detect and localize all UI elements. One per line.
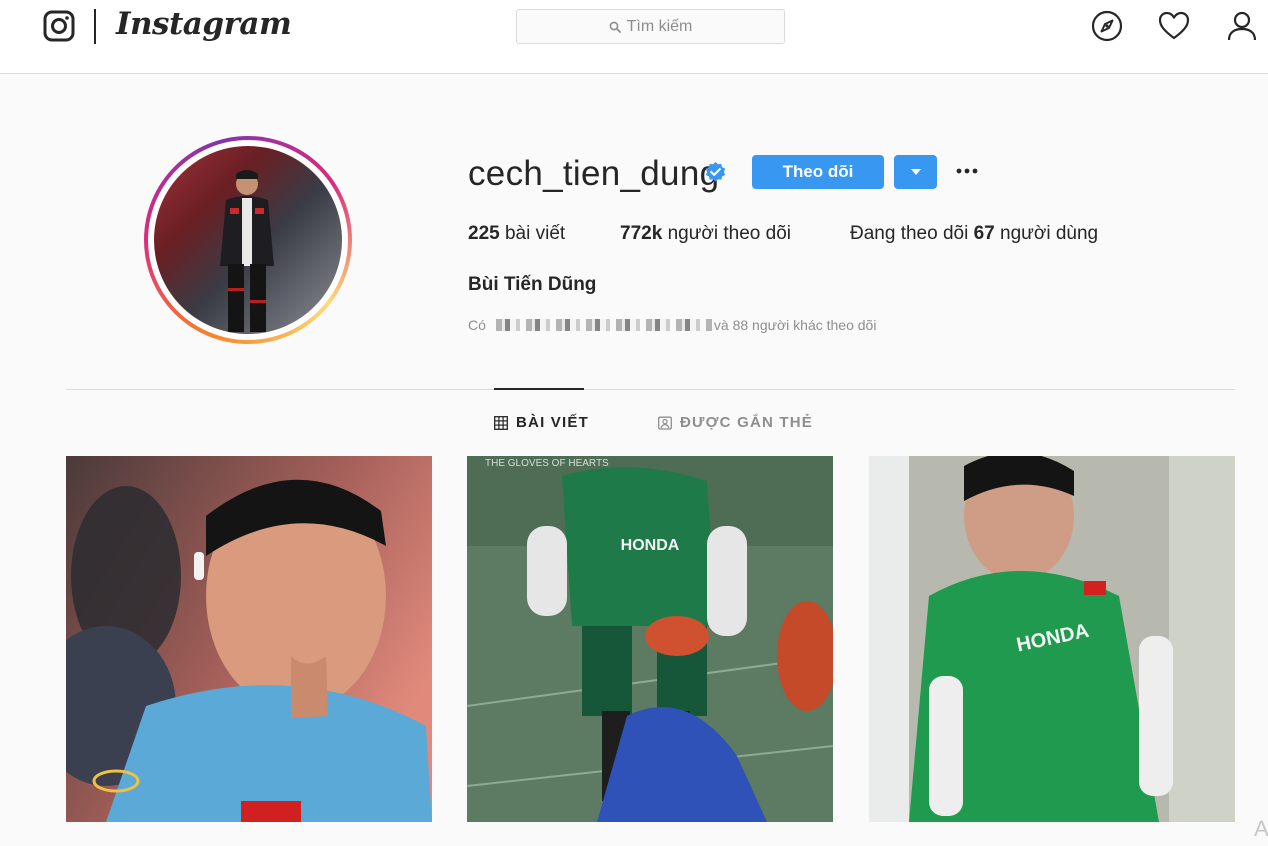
heart-icon[interactable]	[1158, 10, 1190, 42]
suggested-accounts-button[interactable]	[894, 155, 937, 189]
verified-badge-icon	[705, 161, 726, 182]
tagged-person-icon	[658, 416, 672, 430]
search-placeholder: Tìm kiếm	[626, 17, 693, 35]
nav-divider	[94, 9, 96, 44]
follow-button[interactable]: Theo dõi	[752, 155, 884, 189]
profile-icon[interactable]	[1226, 10, 1258, 42]
tab-tagged[interactable]: ĐƯỢC GẮN THẺ	[658, 414, 813, 431]
followed-by-prefix: Có	[468, 317, 486, 333]
post-thumbnail[interactable]: HONDA THE GLOVES OF HEARTS	[467, 456, 833, 822]
profile-avatar[interactable]	[144, 136, 352, 344]
post-image-training: HONDA THE GLOVES OF HEARTS	[467, 456, 833, 822]
followed-by-line[interactable]: Có và 88 người khác theo dõi	[468, 317, 876, 333]
avatar-photo	[154, 146, 342, 334]
active-tab-indicator	[494, 388, 584, 390]
grid-icon	[494, 415, 508, 430]
followers-count: 772k	[620, 223, 663, 244]
search-input[interactable]: Tìm kiếm	[516, 9, 785, 44]
post-image-portrait	[66, 456, 432, 822]
post-image-jersey: HONDA	[869, 456, 1235, 822]
search-icon	[609, 21, 621, 33]
tab-posts[interactable]: BÀI VIẾT	[494, 414, 589, 431]
following-count: 67	[973, 223, 995, 244]
profile-username: cech_tien_dung	[468, 154, 720, 193]
posts-label: bài viết	[504, 223, 566, 244]
post-thumbnail[interactable]: HONDA	[869, 456, 1235, 822]
caret-down-icon	[910, 169, 921, 175]
instagram-glyph-icon[interactable]	[43, 10, 75, 42]
more-options-button[interactable]	[955, 161, 979, 181]
tab-tagged-label: ĐƯỢC GẮN THẺ	[680, 414, 813, 431]
posts-count-stat: 225 bài viết	[468, 223, 565, 245]
post-thumbnail[interactable]	[66, 456, 432, 822]
instagram-wordmark[interactable]: Instagram	[116, 6, 292, 42]
avatar-inner-border	[148, 140, 348, 340]
corner-glyph: A	[1254, 816, 1268, 841]
followed-by-suffix: và 88 người khác theo dõi	[713, 317, 877, 333]
followers-stat[interactable]: 772k người theo dõi	[620, 223, 791, 245]
posts-count: 225	[468, 223, 500, 244]
followers-label: người theo dõi	[667, 223, 791, 244]
following-prefix: Đang theo dõi	[850, 223, 969, 244]
svg-text:HONDA: HONDA	[621, 537, 680, 554]
tab-posts-label: BÀI VIẾT	[516, 414, 589, 431]
top-nav: Instagram Tìm kiếm	[0, 0, 1268, 74]
tabs-divider	[66, 389, 1235, 390]
pixelated-usernames	[495, 319, 712, 331]
following-stat[interactable]: Đang theo dõi 67 người dùng	[850, 223, 1098, 245]
more-dots-icon	[956, 168, 978, 174]
following-label: người dùng	[1000, 223, 1099, 244]
compass-icon[interactable]	[1091, 10, 1123, 42]
post-caption-overlay: THE GLOVES OF HEARTS	[485, 458, 609, 469]
avatar-figure	[220, 170, 274, 332]
profile-full-name: Bùi Tiến Dũng	[468, 274, 597, 295]
